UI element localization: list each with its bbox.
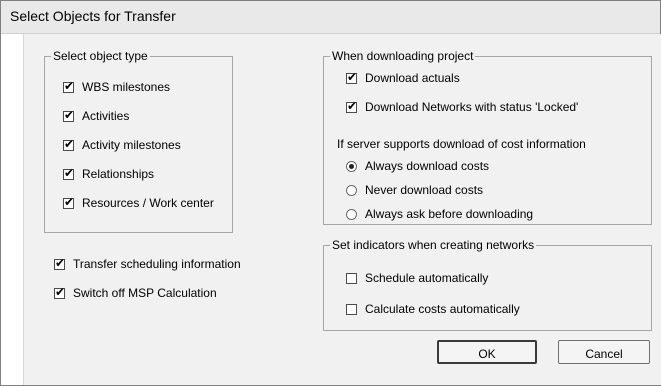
- checkbox-row-activities[interactable]: Activities: [63, 108, 129, 124]
- wbs-milestones-label: WBS milestones: [82, 80, 171, 94]
- checkbox-row-download-actuals[interactable]: Download actuals: [346, 70, 460, 86]
- switch-off-msp-checkbox[interactable]: [54, 285, 65, 299]
- dialog-title: Select Objects for Transfer: [10, 8, 176, 24]
- relationships-checkbox[interactable]: [63, 166, 74, 180]
- activity-milestones-checkbox[interactable]: [63, 137, 74, 151]
- download-locked-checkbox[interactable]: [346, 99, 357, 113]
- dialog-client-area: Select object type WBS milestones Activi…: [23, 34, 661, 385]
- checkbox-row-transfer-scheduling[interactable]: Transfer scheduling information: [54, 256, 241, 272]
- never-download-label: Never download costs: [365, 183, 484, 197]
- calculate-costs-label: Calculate costs automatically: [365, 302, 520, 316]
- indicators-group: Set indicators when creating networks Sc…: [323, 238, 652, 331]
- activity-milestones-label: Activity milestones: [82, 138, 181, 152]
- radio-row-always-ask[interactable]: Always ask before downloading: [346, 206, 533, 222]
- object-type-group: Select object type WBS milestones Activi…: [44, 49, 233, 233]
- resources-work-center-label: Resources / Work center: [82, 196, 214, 210]
- download-group: When downloading project Download actual…: [323, 49, 652, 225]
- checkbox-row-relationships[interactable]: Relationships: [63, 166, 154, 182]
- cancel-button[interactable]: Cancel: [558, 340, 650, 364]
- cost-info-label: If server supports download of cost info…: [337, 137, 586, 151]
- switch-off-msp-label: Switch off MSP Calculation: [73, 286, 217, 300]
- schedule-automatically-label: Schedule automatically: [365, 271, 489, 285]
- ok-button[interactable]: OK: [437, 340, 537, 364]
- checkbox-row-wbs-milestones[interactable]: WBS milestones: [63, 79, 170, 95]
- checkbox-row-activity-milestones[interactable]: Activity milestones: [63, 137, 181, 153]
- schedule-automatically-checkbox[interactable]: [346, 272, 357, 284]
- always-ask-radio[interactable]: [346, 208, 357, 220]
- checkbox-row-calculate-costs[interactable]: Calculate costs automatically: [346, 301, 520, 317]
- download-actuals-checkbox[interactable]: [346, 70, 357, 84]
- transfer-scheduling-checkbox[interactable]: [54, 256, 65, 270]
- radio-row-always-download[interactable]: Always download costs: [346, 158, 489, 174]
- calculate-costs-checkbox[interactable]: [346, 303, 357, 315]
- activities-checkbox[interactable]: [63, 108, 74, 122]
- always-download-radio[interactable]: [346, 160, 357, 172]
- object-type-legend: Select object type: [51, 49, 150, 63]
- dialog-window: Select Objects for Transfer Select objec…: [0, 0, 661, 386]
- relationships-label: Relationships: [82, 167, 155, 181]
- checkbox-row-download-locked[interactable]: Download Networks with status 'Locked': [346, 99, 578, 115]
- transfer-scheduling-label: Transfer scheduling information: [73, 257, 241, 271]
- checkbox-row-schedule-automatically[interactable]: Schedule automatically: [346, 270, 488, 286]
- radio-row-never-download[interactable]: Never download costs: [346, 182, 483, 198]
- never-download-radio[interactable]: [346, 184, 357, 196]
- always-ask-label: Always ask before downloading: [365, 207, 534, 221]
- download-locked-label: Download Networks with status 'Locked': [365, 100, 579, 114]
- title-bar[interactable]: Select Objects for Transfer: [1, 1, 660, 34]
- indicators-legend: Set indicators when creating networks: [330, 238, 537, 252]
- download-legend: When downloading project: [330, 49, 476, 63]
- always-download-label: Always download costs: [365, 159, 490, 173]
- resources-work-center-checkbox[interactable]: [63, 195, 74, 209]
- checkbox-row-resources[interactable]: Resources / Work center: [63, 195, 214, 211]
- download-actuals-label: Download actuals: [365, 71, 460, 85]
- activities-label: Activities: [82, 109, 130, 123]
- wbs-milestones-checkbox[interactable]: [63, 79, 74, 93]
- checkbox-row-switch-off-msp[interactable]: Switch off MSP Calculation: [54, 285, 217, 301]
